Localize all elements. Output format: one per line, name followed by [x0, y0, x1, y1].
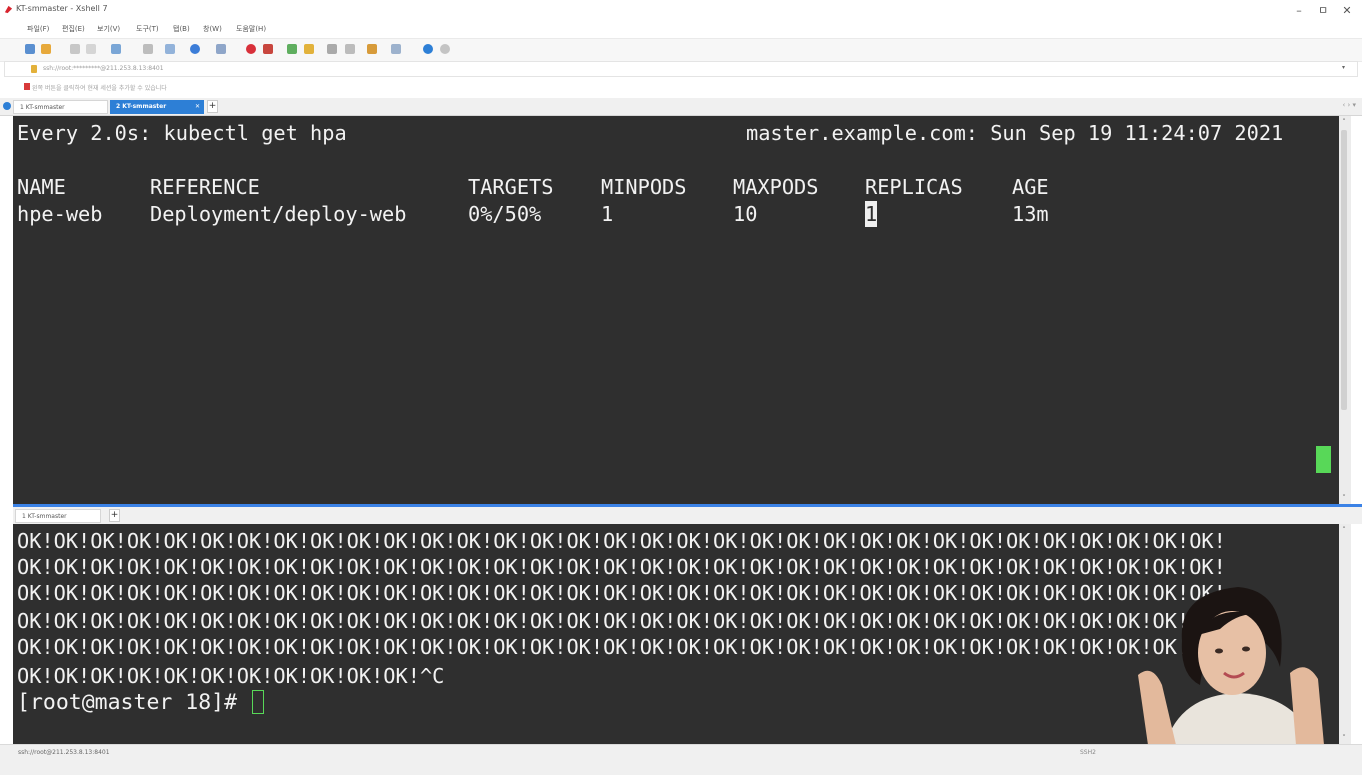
app-logo-icon: [4, 5, 13, 14]
scroll-thumb[interactable]: [1341, 130, 1347, 410]
status-bar: ssh://root@211.253.8.13:8401 SSH2: [0, 744, 1362, 775]
globe-icon[interactable]: [190, 44, 200, 54]
output-line: OK!OK!OK!OK!OK!OK!OK!OK!OK!OK!OK!OK!OK!O…: [17, 555, 1226, 579]
column-name: NAME: [17, 175, 66, 199]
protocol-status: SSH2: [1080, 749, 1096, 756]
shell-prompt: [root@master 18]#: [17, 690, 264, 716]
cell-age: 13m: [1012, 202, 1049, 226]
output-line: OK!OK!OK!OK!OK!OK!OK!OK!OK!OK!OK!OK!OK!O…: [17, 581, 1226, 605]
tab-session-2[interactable]: 2 KT-smmaster ✕: [110, 100, 204, 114]
copy-icon[interactable]: [165, 44, 175, 54]
close-button[interactable]: ✕: [1334, 2, 1360, 20]
scroll-up-icon[interactable]: ˄: [1339, 526, 1349, 534]
chevron-down-icon[interactable]: ▾: [1342, 64, 1345, 71]
tab-bottom-session[interactable]: 1 KT-smmaster: [15, 509, 101, 523]
hint-text: 왼쪽 버튼을 클릭하여 현재 세션을 추가할 수 있습니다: [32, 85, 167, 92]
text-cursor: [252, 690, 264, 714]
watch-command: Every 2.0s: kubectl get hpa: [17, 121, 347, 145]
scroll-up-icon[interactable]: ˄: [1339, 118, 1349, 126]
script-icon[interactable]: [345, 44, 355, 54]
address-value: ssh://root:*********@211.253.8.13:8401: [43, 65, 164, 72]
cell-name: hpe-web: [17, 202, 103, 226]
keyboard-icon[interactable]: [327, 44, 337, 54]
menu-help[interactable]: 도움말(H): [236, 24, 266, 34]
tab-label: 1 KT-smmaster: [22, 513, 67, 520]
layout-icon[interactable]: [367, 44, 377, 54]
address-bar[interactable]: ssh://root:*********@211.253.8.13:8401 ▾: [4, 61, 1358, 77]
fullscreen-icon[interactable]: [287, 44, 297, 54]
menu-window[interactable]: 창(W): [203, 24, 222, 34]
scroll-down-icon[interactable]: ˅: [1339, 494, 1349, 502]
minimize-button[interactable]: –: [1286, 2, 1312, 20]
terminal-cursor-block: [1316, 446, 1331, 473]
info-icon: [3, 102, 11, 110]
reconnect-icon[interactable]: [70, 44, 80, 54]
maximize-button[interactable]: ㅁ: [1310, 2, 1336, 20]
bottom-pane-tabs: 1 KT-smmaster +: [13, 507, 1362, 524]
find-icon[interactable]: [143, 44, 153, 54]
lock-icon: [31, 65, 37, 73]
add-tab-button[interactable]: +: [109, 509, 120, 522]
menu-edit[interactable]: 편집(E): [62, 24, 85, 34]
cell-maxpods: 10: [733, 202, 758, 226]
tab-session-1[interactable]: 1 KT-smmaster: [13, 100, 108, 114]
xshell-icon[interactable]: [246, 44, 256, 54]
tab-label: 1 KT-smmaster: [20, 104, 65, 111]
column-minpods: MINPODS: [601, 175, 687, 199]
watch-host-time: master.example.com: Sun Sep 19 11:24:07 …: [746, 121, 1284, 145]
terminal-pane-top[interactable]: Every 2.0s: kubectl get hpa master.examp…: [13, 116, 1339, 504]
title-bar: KT-smmaster - Xshell 7 – ㅁ ✕: [0, 0, 1362, 22]
session-tabs: 1 KT-smmaster 2 KT-smmaster ✕ + ‹ › ▾: [0, 98, 1362, 116]
column-replicas: REPLICAS: [865, 175, 963, 199]
add-tab-button[interactable]: +: [207, 100, 218, 113]
menu-file[interactable]: 파일(F): [27, 24, 49, 34]
new-session-icon[interactable]: [25, 44, 35, 54]
column-age: AGE: [1012, 175, 1049, 199]
close-tab-icon[interactable]: ✕: [195, 100, 200, 114]
prompt-text: [root@master 18]#: [17, 690, 250, 715]
cell-minpods: 1: [601, 202, 614, 226]
new-terminal-icon[interactable]: [111, 44, 121, 54]
pin-icon: [24, 83, 30, 90]
presenter-webcam: [1138, 587, 1324, 745]
output-line: OK!OK!OK!OK!OK!OK!OK!OK!OK!OK!OK!OK!OK!O…: [17, 529, 1226, 553]
menu-view[interactable]: 보기(V): [97, 24, 120, 34]
output-line: OK!OK!OK!OK!OK!OK!OK!OK!OK!OK!OK!OK!OK!O…: [17, 635, 1226, 659]
xftp-icon[interactable]: [263, 44, 273, 54]
menu-tools[interactable]: 도구(T): [136, 24, 159, 34]
connection-status: ssh://root@211.253.8.13:8401: [18, 749, 110, 756]
output-line: OK!OK!OK!OK!OK!OK!OK!OK!OK!OK!OK!^C: [17, 664, 445, 688]
toolbar: [0, 38, 1362, 62]
font-icon[interactable]: [216, 44, 226, 54]
chat-icon[interactable]: [440, 44, 450, 54]
help-icon[interactable]: [423, 44, 433, 54]
column-targets: TARGETS: [468, 175, 554, 199]
menu-tab[interactable]: 탭(B): [173, 24, 190, 34]
cell-reference: Deployment/deploy-web: [150, 202, 407, 226]
output-line: OK!OK!OK!OK!OK!OK!OK!OK!OK!OK!OK!OK!OK!O…: [17, 609, 1226, 633]
tab-scroll-icon[interactable]: ‹ › ▾: [1342, 101, 1356, 109]
scrollbar-top[interactable]: ˄ ˅: [1339, 116, 1351, 504]
tab-label: 2 KT-smmaster: [116, 103, 167, 110]
lock-icon[interactable]: [304, 44, 314, 54]
column-reference: REFERENCE: [150, 175, 260, 199]
cell-replicas: 1: [865, 201, 878, 227]
open-folder-icon[interactable]: [41, 44, 51, 54]
window-title: KT-smmaster - Xshell 7: [16, 4, 108, 13]
cell-targets: 0%/50%: [468, 202, 542, 226]
tile-icon[interactable]: [391, 44, 401, 54]
hint-bar: 왼쪽 버튼을 클릭하여 현재 세션을 추가할 수 있습니다: [0, 79, 1362, 96]
column-maxpods: MAXPODS: [733, 175, 819, 199]
disconnect-icon[interactable]: [86, 44, 96, 54]
menu-bar: 파일(F) 편집(E) 보기(V) 도구(T) 탭(B) 창(W) 도움말(H): [0, 22, 1362, 38]
